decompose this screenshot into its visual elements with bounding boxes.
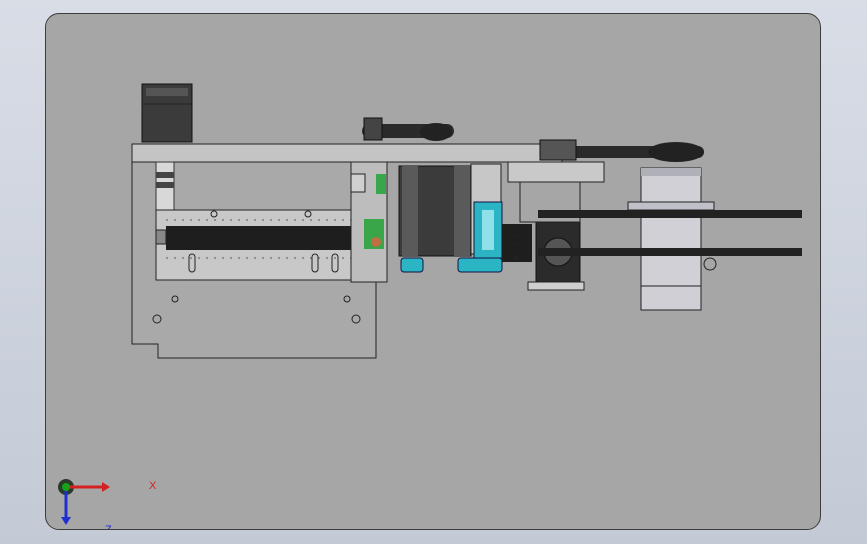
long-rail-top — [538, 210, 802, 218]
support-frame — [507, 161, 605, 183]
top-frame-bar — [131, 143, 563, 163]
cylinder-body — [640, 167, 702, 287]
triad-z-label: Z — [105, 524, 112, 530]
coordinate-triad — [58, 479, 110, 525]
long-rail-bottom — [538, 248, 802, 256]
triad-x-label: X — [149, 480, 157, 492]
cad-viewport[interactable]: X Z — [45, 13, 821, 530]
cyan-coupler — [457, 257, 503, 273]
assembly-drawing — [131, 83, 802, 359]
cyan-coupler — [400, 257, 424, 273]
